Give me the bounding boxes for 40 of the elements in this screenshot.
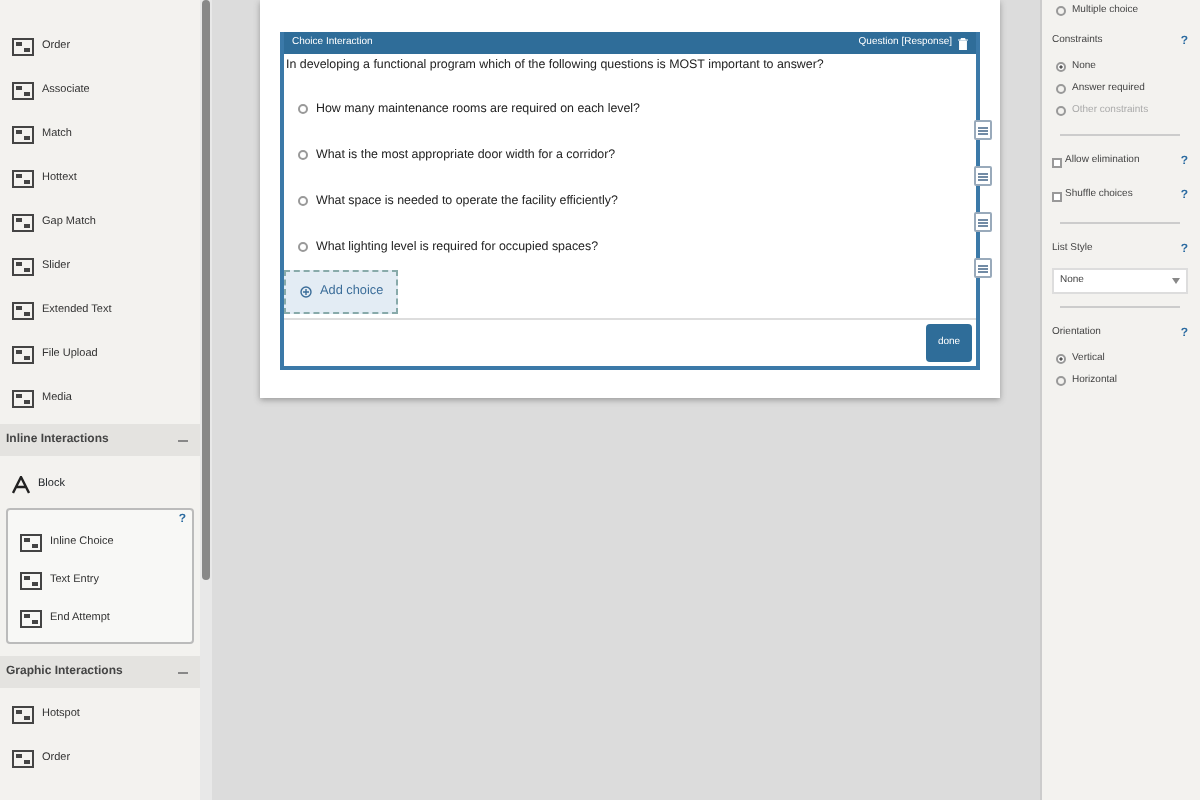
caret-icon	[1172, 278, 1180, 284]
list-button[interactable]	[974, 258, 992, 278]
list-button[interactable]	[974, 120, 992, 140]
widget-icon	[12, 125, 34, 143]
trash-icon	[958, 37, 968, 49]
letter-a-icon	[12, 475, 30, 493]
radio-button[interactable]	[298, 104, 308, 115]
widget-icon	[20, 534, 42, 552]
widget-icon	[12, 257, 34, 275]
radio-button[interactable]	[1056, 62, 1066, 72]
radio-button[interactable]	[298, 150, 308, 161]
collapse-icon	[178, 435, 188, 445]
widget-icon	[12, 749, 34, 767]
plus-circle-icon	[300, 286, 312, 299]
widget-icon	[20, 572, 42, 590]
widget-icon	[12, 213, 34, 231]
widget-icon	[12, 389, 34, 407]
list-icon	[978, 125, 988, 135]
radio-button[interactable]	[1056, 84, 1066, 94]
list-icon	[978, 171, 988, 181]
radio-button[interactable]	[1056, 354, 1066, 364]
widget-icon	[12, 301, 34, 319]
widget-icon	[12, 705, 34, 723]
radio-button[interactable]	[298, 196, 308, 207]
scrollbar-thumb[interactable]	[202, 0, 210, 580]
widget-icon	[20, 610, 42, 628]
collapse-icon	[178, 667, 188, 677]
list-button[interactable]	[974, 212, 992, 232]
radio-button[interactable]	[1056, 376, 1066, 386]
widget-icon	[12, 81, 34, 99]
checkbox[interactable]	[1052, 157, 1062, 167]
list-icon	[978, 217, 988, 227]
radio-button[interactable]	[298, 242, 308, 253]
widget-icon	[12, 37, 34, 55]
widget-icon	[12, 169, 34, 187]
list-icon	[978, 263, 988, 273]
radio-button[interactable]	[1056, 6, 1066, 16]
list-button[interactable]	[974, 166, 992, 186]
checkbox[interactable]	[1052, 191, 1062, 201]
widget-icon	[12, 345, 34, 363]
